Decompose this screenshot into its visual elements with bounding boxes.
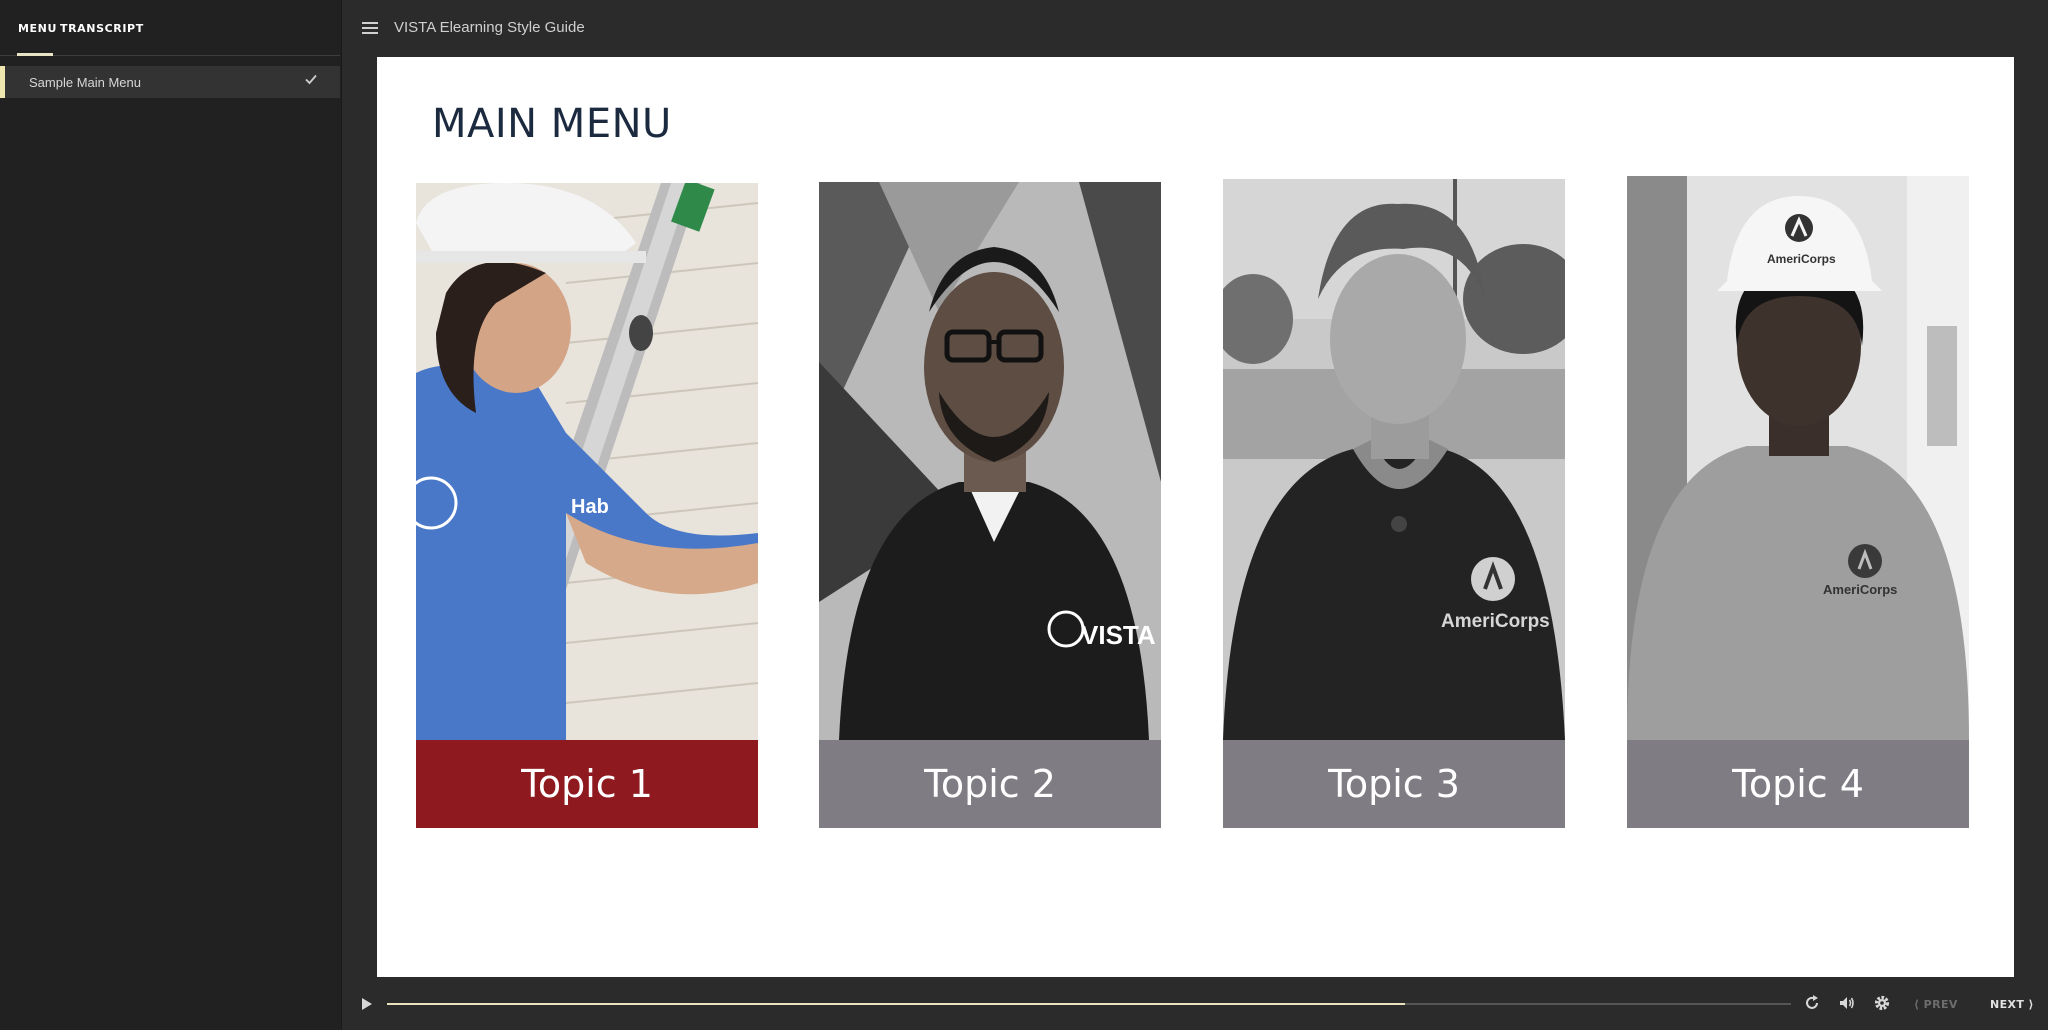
topic-1-photo: Hab bbox=[416, 183, 758, 740]
player-window: MENU TRANSCRIPT Sample Main Menu VISTA E… bbox=[0, 0, 2048, 1030]
tab-transcript[interactable]: TRANSCRIPT bbox=[60, 22, 144, 35]
svg-text:VISTA: VISTA bbox=[1081, 620, 1156, 650]
sidebar-tabs: MENU TRANSCRIPT bbox=[0, 0, 340, 56]
svg-text:AmeriCorps: AmeriCorps bbox=[1767, 252, 1836, 266]
topbar: VISTA Elearning Style Guide bbox=[342, 0, 2048, 56]
chevron-left-icon: ⟨ bbox=[1914, 998, 1920, 1011]
player-controls: ⟨ PREV NEXT ⟩ bbox=[342, 978, 2048, 1030]
slide-canvas: MAIN MENU Hab Topic 1 VISTA Topic 2 Amer… bbox=[377, 57, 2014, 977]
volume-icon[interactable] bbox=[1837, 993, 1857, 1013]
sidebar-item-sample-main-menu[interactable]: Sample Main Menu bbox=[0, 66, 340, 98]
next-button[interactable]: NEXT ⟩ bbox=[1990, 998, 2034, 1011]
seek-bar-progress bbox=[387, 1003, 1405, 1005]
next-label: NEXT bbox=[1990, 998, 2025, 1011]
prev-label: PREV bbox=[1923, 998, 1958, 1011]
svg-text:Hab: Hab bbox=[571, 496, 609, 518]
topic-4-label: Topic 4 bbox=[1627, 740, 1969, 828]
active-item-indicator bbox=[0, 66, 5, 98]
topic-3-label: Topic 3 bbox=[1223, 740, 1565, 828]
sidebar-item-label: Sample Main Menu bbox=[29, 75, 141, 90]
seek-bar[interactable] bbox=[387, 1003, 1791, 1005]
topic-1-card[interactable]: Hab Topic 1 bbox=[416, 183, 758, 828]
slide-title: MAIN MENU bbox=[432, 101, 672, 147]
prev-button[interactable]: ⟨ PREV bbox=[1914, 998, 1958, 1011]
course-title: VISTA Elearning Style Guide bbox=[394, 19, 585, 36]
replay-icon[interactable] bbox=[1802, 993, 1822, 1013]
chevron-right-icon: ⟩ bbox=[2028, 998, 2034, 1011]
check-icon bbox=[304, 72, 318, 89]
topic-3-card[interactable]: AmeriCorps Topic 3 bbox=[1223, 179, 1565, 828]
gear-icon[interactable] bbox=[1872, 993, 1892, 1013]
active-tab-indicator bbox=[17, 53, 53, 56]
sidebar: MENU TRANSCRIPT Sample Main Menu bbox=[0, 0, 342, 1030]
tab-menu[interactable]: MENU bbox=[18, 22, 57, 35]
topic-3-photo: AmeriCorps bbox=[1223, 179, 1565, 740]
topic-2-card[interactable]: VISTA Topic 2 bbox=[819, 182, 1161, 828]
svg-text:AmeriCorps: AmeriCorps bbox=[1823, 582, 1897, 597]
svg-text:AmeriCorps: AmeriCorps bbox=[1441, 611, 1550, 632]
topic-1-label: Topic 1 bbox=[416, 740, 758, 828]
topic-4-card[interactable]: AmeriCorps AmeriCorps Topic 4 bbox=[1627, 176, 1969, 828]
topic-2-label: Topic 2 bbox=[819, 740, 1161, 828]
topic-4-photo: AmeriCorps AmeriCorps bbox=[1627, 176, 1969, 740]
topic-2-photo: VISTA bbox=[819, 182, 1161, 740]
hamburger-icon[interactable] bbox=[362, 22, 378, 34]
play-icon[interactable] bbox=[358, 994, 376, 1014]
